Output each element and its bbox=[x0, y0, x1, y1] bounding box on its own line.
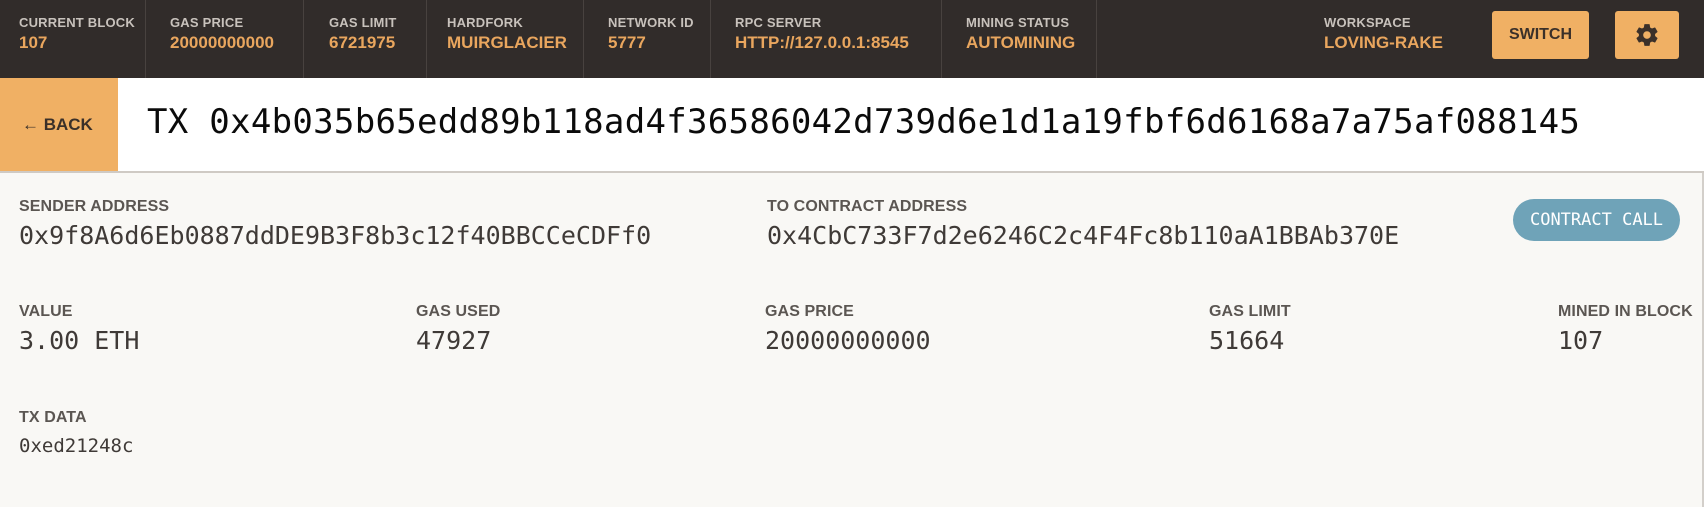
to-contract-address-field: TO CONTRACT ADDRESS 0x4CbC733F7d2e6246C2… bbox=[767, 198, 1399, 250]
field-label: GAS USED bbox=[416, 303, 501, 320]
stat-gas-price: GAS PRICE 20000000000 bbox=[146, 0, 304, 78]
stat-label: CURRENT BLOCK bbox=[19, 15, 135, 30]
gas-used-value: 47927 bbox=[416, 326, 492, 355]
contract-call-badge: CONTRACT CALL bbox=[1513, 199, 1680, 241]
workspace-name: LOVING-RAKE bbox=[1324, 33, 1443, 52]
stat-value: 6721975 bbox=[329, 33, 396, 52]
stat-mining-status: MINING STATUS AUTOMINING bbox=[942, 0, 1097, 78]
stat-label: GAS LIMIT bbox=[329, 15, 397, 30]
to-contract-address-value: 0x4CbC733F7d2e6246C2c4F4Fc8b110aA1BBAb37… bbox=[767, 221, 1400, 250]
stat-label: MINING STATUS bbox=[966, 15, 1070, 30]
stat-gas-limit: GAS LIMIT 6721975 bbox=[304, 0, 427, 78]
stat-value: 107 bbox=[19, 33, 48, 52]
stat-label: NETWORK ID bbox=[608, 15, 694, 30]
gas-price-field: GAS PRICE 20000000000 bbox=[765, 303, 931, 355]
value-amount: 3.00 ETH bbox=[19, 326, 140, 355]
stat-network-id: NETWORK ID 5777 bbox=[584, 0, 711, 78]
stat-value: 5777 bbox=[608, 33, 646, 52]
field-label: GAS PRICE bbox=[765, 303, 854, 320]
tx-data-field: TX DATA 0xed21248c bbox=[19, 409, 133, 457]
transaction-title-bar: ← BACK TX 0x4b035b65edd89b118ad4f3658604… bbox=[0, 78, 1704, 173]
settings-button[interactable] bbox=[1615, 11, 1679, 59]
stat-rpc-server: RPC SERVER HTTP://127.0.0.1:8545 bbox=[711, 0, 942, 78]
workspace-label: WORKSPACE bbox=[1324, 15, 1411, 30]
field-label: GAS LIMIT bbox=[1209, 303, 1291, 320]
value-field: VALUE 3.00 ETH bbox=[19, 303, 139, 355]
stat-label: HARDFORK bbox=[447, 15, 523, 30]
field-label: TO CONTRACT ADDRESS bbox=[767, 198, 968, 215]
back-button[interactable]: ← BACK bbox=[0, 78, 118, 171]
field-label: MINED IN BLOCK bbox=[1558, 303, 1693, 320]
field-label: SENDER ADDRESS bbox=[19, 198, 170, 215]
stat-value: HTTP://127.0.0.1:8545 bbox=[735, 33, 909, 52]
mined-in-block-value: 107 bbox=[1558, 326, 1604, 355]
gas-limit-value: 51664 bbox=[1209, 326, 1285, 355]
switch-button[interactable]: SWITCH bbox=[1492, 11, 1589, 59]
stat-label: GAS PRICE bbox=[170, 15, 244, 30]
tx-data-value: 0xed21248c bbox=[19, 435, 134, 457]
stat-value: MUIRGLACIER bbox=[447, 33, 567, 52]
stat-value: 20000000000 bbox=[170, 33, 275, 52]
top-stats-bar: CURRENT BLOCK 107 GAS PRICE 20000000000 … bbox=[0, 0, 1704, 78]
sender-address-value: 0x9f8A6d6Eb0887ddDE9B3F8b3c12f40BBCCeCDF… bbox=[19, 221, 652, 250]
gas-limit-field: GAS LIMIT 51664 bbox=[1209, 303, 1291, 355]
mined-in-block-field: MINED IN BLOCK 107 bbox=[1558, 303, 1693, 355]
stat-label: RPC SERVER bbox=[735, 15, 822, 30]
stat-hardfork: HARDFORK MUIRGLACIER bbox=[427, 0, 584, 78]
field-label: TX DATA bbox=[19, 409, 87, 426]
field-label: VALUE bbox=[19, 303, 73, 320]
stat-current-block: CURRENT BLOCK 107 bbox=[0, 0, 146, 78]
transaction-hash-title: TX 0x4b035b65edd89b118ad4f36586042d739d6… bbox=[147, 102, 1581, 142]
gas-price-value: 20000000000 bbox=[765, 326, 931, 355]
ganache-app: CURRENT BLOCK 107 GAS PRICE 20000000000 … bbox=[0, 0, 1704, 507]
gas-used-field: GAS USED 47927 bbox=[416, 303, 500, 355]
sender-address-field: SENDER ADDRESS 0x9f8A6d6Eb0887ddDE9B3F8b… bbox=[19, 198, 651, 250]
stat-value: AUTOMINING bbox=[966, 33, 1076, 52]
gear-icon bbox=[1636, 24, 1658, 46]
